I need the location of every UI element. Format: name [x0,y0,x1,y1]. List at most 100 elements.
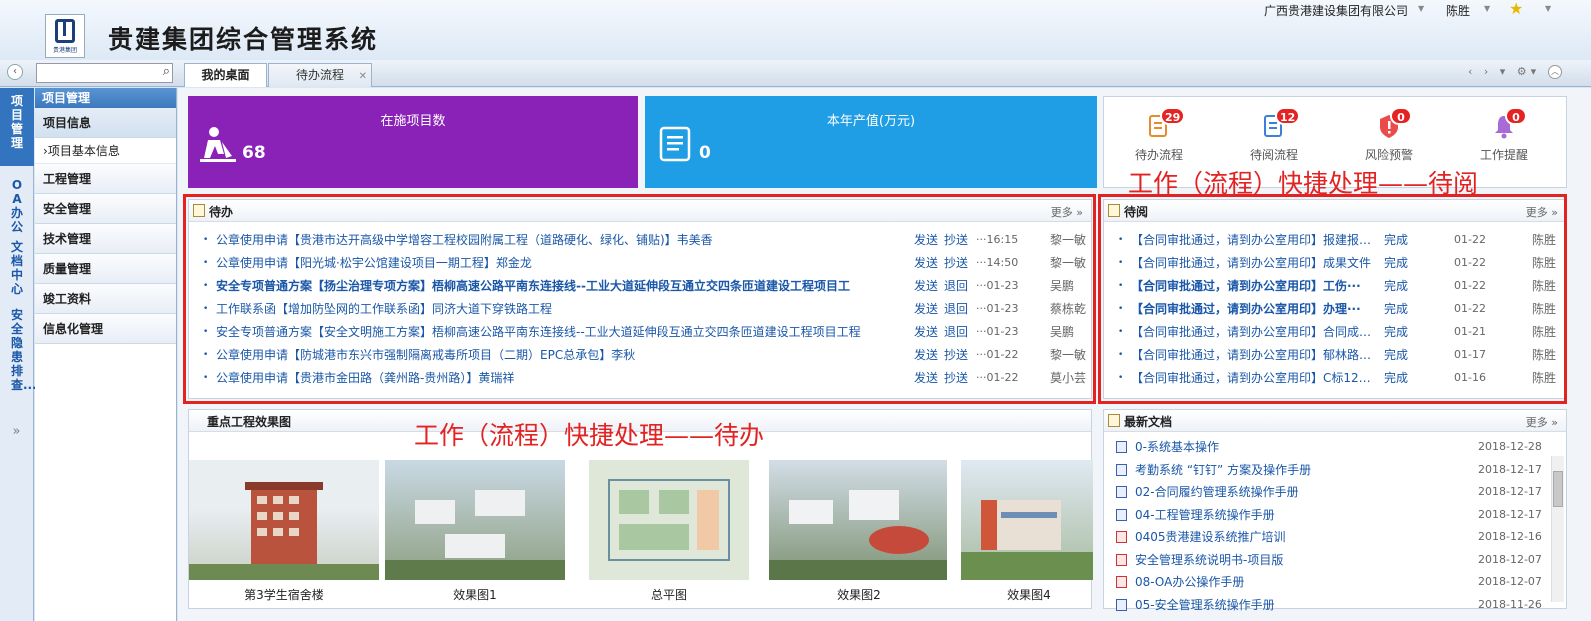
toread-row[interactable]: • 【合同审批通过，请到办公室用印】办理··· 完成 01-22 陈胜 [1104,298,1566,320]
doc-row[interactable]: 0-系统基本操作 2018-12-28 [1104,436,1550,458]
todo-row-title[interactable]: 公章使用申请【防城港市东兴市强制隔离戒毒所项目（二期）EPC总承包】李秋 [216,344,906,366]
secondary-action[interactable]: 抄送 [944,229,968,251]
chevron-down-icon[interactable]: ▼ [1545,4,1551,13]
doc-title[interactable]: 0-系统基本操作 [1135,436,1465,458]
todo-row[interactable]: • 公章使用申请【贵港市达开高级中学增容工程校园附属工程（道路硬化、绿化、铺贴)】… [189,229,1091,251]
doc-title[interactable]: 安全管理系统说明书-项目版 [1135,549,1465,571]
expand-icon[interactable]: » [0,424,33,439]
search-icon[interactable]: ⌕ [163,64,170,79]
status-link[interactable]: 完成 [1384,275,1408,297]
secondary-action[interactable]: 抄送 [944,367,968,389]
todo-row[interactable]: • 安全专项普通方案【扬尘治理专项方案】梧柳高速公路平南东连接线--工业大道延伸段… [189,275,1091,297]
secondary-action[interactable]: 退回 [944,275,968,297]
toread-row-title[interactable]: 【合同审批通过，请到办公室用印】办理··· [1131,298,1373,320]
gallery-image[interactable] [385,460,565,580]
send-action[interactable]: 发送 [914,252,938,274]
close-icon[interactable]: ✕ [359,66,367,88]
badge-todo-flow[interactable]: 29 待办流程 [1114,107,1204,163]
toread-row[interactable]: • 【合同审批通过，请到办公室用印】成果文件 完成 01-22 陈胜 [1104,252,1566,274]
send-action[interactable]: 发送 [914,275,938,297]
more-link[interactable]: 更多 » [1526,204,1558,220]
doc-title[interactable]: 08-OA办公操作手册 [1135,571,1465,593]
toread-row-title[interactable]: 【合同审批通过，请到办公室用印】C标12所··· [1131,367,1373,389]
secondary-action[interactable]: 退回 [944,321,968,343]
stat-card-projects[interactable]: 在施项目数 68 [188,96,638,188]
scrollbar[interactable] [1551,456,1564,602]
gallery-image[interactable] [961,460,1093,580]
toread-row-title[interactable]: 【合同审批通过，请到办公室用印】合同成果··· [1131,321,1373,343]
todo-row-title[interactable]: 公章使用申请【贵港市达开高级中学增容工程校园附属工程（道路硬化、绿化、铺贴)】韦… [216,229,906,251]
todo-row-title[interactable]: 工作联系函【增加防坠网的工作联系函】同济大道下穿铁路工程 [216,298,906,320]
more-link[interactable]: 更多 » [1526,414,1558,430]
doc-row[interactable]: 04-工程管理系统操作手册 2018-12-17 [1104,504,1550,526]
toread-row[interactable]: • 【合同审批通过，请到办公室用印】报建报监··· 完成 01-22 陈胜 [1104,229,1566,251]
sidebar-group-safety[interactable]: 安全管理 [35,194,176,224]
sidebar-group-tech[interactable]: 技术管理 [35,224,176,254]
doc-row[interactable]: 0405贵港建设系统推广培训 2018-12-16 [1104,526,1550,548]
collapse-sidebar-icon[interactable]: ‹ [7,64,23,80]
gallery-image[interactable] [189,460,379,580]
chevron-down-icon[interactable]: ▼ [1484,4,1490,13]
doc-title[interactable]: 05-安全管理系统操作手册 [1135,594,1465,616]
doc-row[interactable]: 02-合同履约管理系统操作手册 2018-12-17 [1104,481,1550,503]
tab-todo-flow[interactable]: 待办流程 ✕ [268,63,372,87]
secondary-action[interactable]: 抄送 [944,344,968,366]
more-link[interactable]: 更多 » [1051,204,1083,220]
status-link[interactable]: 完成 [1384,229,1408,251]
toread-row[interactable]: • 【合同审批通过，请到办公室用印】工伤··· 完成 01-22 陈胜 [1104,275,1566,297]
todo-row-title[interactable]: 公章使用申请【阳光城·松宇公馆建设项目一期工程】郑金龙 [216,252,906,274]
status-link[interactable]: 完成 [1384,321,1408,343]
scroll-thumb[interactable] [1553,471,1563,507]
todo-row-title[interactable]: 安全专项普通方案【安全文明施工方案】梧柳高速公路平南东连接线--工业大道延伸段互… [216,321,906,343]
toread-row-title[interactable]: 【合同审批通过，请到办公室用印】成果文件 [1131,252,1373,274]
send-action[interactable]: 发送 [914,344,938,366]
chevron-down-icon[interactable]: ▼ [1418,4,1424,13]
send-action[interactable]: 发送 [914,321,938,343]
toread-row[interactable]: • 【合同审批通过，请到办公室用印】郁林路小··· 完成 01-17 陈胜 [1104,344,1566,366]
badge-work-reminder[interactable]: 0 工作提醒 [1459,107,1549,163]
user-menu[interactable]: 陈胜 [1446,2,1470,19]
status-link[interactable]: 完成 [1384,252,1408,274]
status-link[interactable]: 完成 [1384,298,1408,320]
search-input[interactable]: ⌕ [36,63,173,83]
badge-toread-flow[interactable]: 12 待阅流程 [1229,107,1319,163]
toread-row[interactable]: • 【合同审批通过，请到办公室用印】C标12所··· 完成 01-16 陈胜 [1104,367,1566,389]
tab-tools[interactable]: ‹ › ▾ ⚙▾ [1468,65,1540,78]
todo-row-title[interactable]: 安全专项普通方案【扬尘治理专项方案】梧柳高速公路平南东连接线--工业大道延伸段互… [216,275,906,297]
status-link[interactable]: 完成 [1384,367,1408,389]
doc-title[interactable]: 考勤系统 “钉钉” 方案及操作手册 [1135,459,1465,481]
module-project[interactable]: 项目管理 [0,88,34,166]
todo-row-title[interactable]: 公章使用申请【贵港市金田路（龚州路-贵州路）】黄瑞祥 [216,367,906,389]
tab-my-desktop[interactable]: 我的桌面 [184,63,267,87]
gallery-image[interactable] [589,460,749,580]
send-action[interactable]: 发送 [914,298,938,320]
gallery-image[interactable] [769,460,947,580]
sidebar-group-engineering[interactable]: 工程管理 [35,164,176,194]
doc-title[interactable]: 04-工程管理系统操作手册 [1135,504,1465,526]
doc-row[interactable]: 05-安全管理系统操作手册 2018-11-26 [1104,594,1550,616]
doc-row[interactable]: 考勤系统 “钉钉” 方案及操作手册 2018-12-17 [1104,459,1550,481]
todo-row[interactable]: • 公章使用申请【贵港市金田路（龚州路-贵州路）】黄瑞祥 发送 抄送 ···01-22 莫… [189,367,1091,389]
send-action[interactable]: 发送 [914,367,938,389]
module-safety[interactable]: 安全隐患排查... [0,304,37,414]
secondary-action[interactable]: 抄送 [944,252,968,274]
sidebar-group-quality[interactable]: 质量管理 [35,254,176,284]
toread-row[interactable]: • 【合同审批通过，请到办公室用印】合同成果··· 完成 01-21 陈胜 [1104,321,1566,343]
toread-row-title[interactable]: 【合同审批通过，请到办公室用印】工伤··· [1131,275,1373,297]
sidebar-group-project-info[interactable]: 项目信息 [35,108,176,138]
doc-title[interactable]: 02-合同履约管理系统操作手册 [1135,481,1465,503]
badge-risk-warning[interactable]: 0 风险预警 [1344,107,1434,163]
favorite-star-icon[interactable]: ★ [1509,0,1523,18]
status-link[interactable]: 完成 [1384,344,1408,366]
chevron-up-icon[interactable]: ︿ [1548,65,1562,79]
module-documents[interactable]: 文档中心 [0,232,34,304]
todo-row[interactable]: • 公章使用申请【阳光城·松宇公馆建设项目一期工程】郑金龙 发送 抄送 ···14:50… [189,252,1091,274]
doc-row[interactable]: 08-OA办公操作手册 2018-12-07 [1104,571,1550,593]
todo-row[interactable]: • 工作联系函【增加防坠网的工作联系函】同济大道下穿铁路工程 发送 退回 ···01-2… [189,298,1091,320]
todo-row[interactable]: • 公章使用申请【防城港市东兴市强制隔离戒毒所项目（二期）EPC总承包】李秋 发送抄… [189,344,1091,366]
send-action[interactable]: 发送 [914,229,938,251]
todo-row[interactable]: • 安全专项普通方案【安全文明施工方案】梧柳高速公路平南东连接线--工业大道延伸段… [189,321,1091,343]
doc-row[interactable]: 安全管理系统说明书-项目版 2018-12-07 [1104,549,1550,571]
doc-title[interactable]: 0405贵港建设系统推广培训 [1135,526,1465,548]
sidebar-group-completion[interactable]: 竣工资料 [35,284,176,314]
